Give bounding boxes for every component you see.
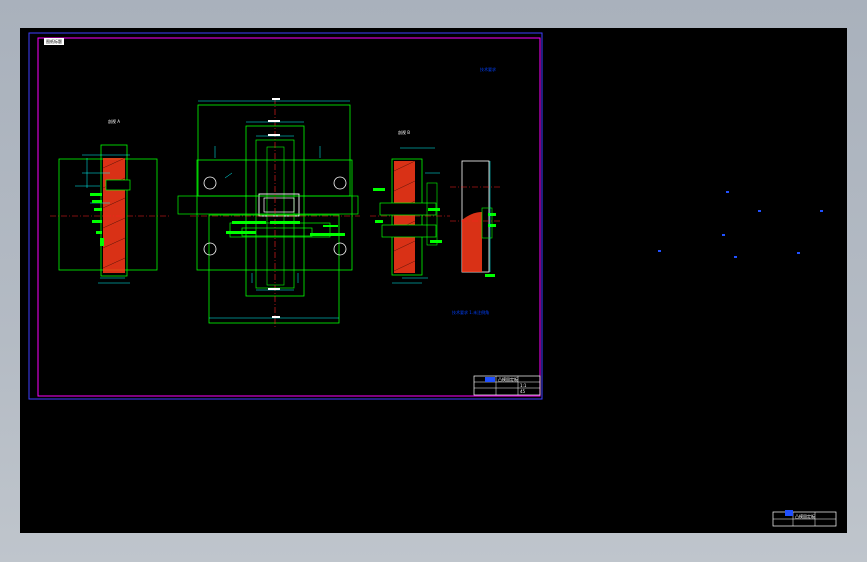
secondary-title-name: 凸模固定板 [795,513,815,519]
sheet-tag: 图纸标题 [44,38,64,45]
title-block-scale: 1:1 [520,383,527,388]
left-section-label: 剖视 A [108,118,120,124]
secondary-title-block: 凸模固定板 [772,510,837,527]
right-section-view: 剖视 B [370,129,450,284]
side-view [450,160,500,277]
title-block-name: 凸模固定板 [498,376,518,382]
stray-entities [658,191,823,258]
title-block-material: 45 [520,389,526,394]
title-block: 凸模固定板 1:1 45 [473,375,541,396]
cad-drawing[interactable]: 剖视 A 剖视 B 技术要求 技术要求 1.未注倒角 凸模固定板 1:1 45 … [20,28,847,533]
technical-note-top: 技术要求 [480,66,496,72]
technical-note-lower: 技术要求 1.未注倒角 [452,309,489,315]
model-space-canvas[interactable]: 剖视 A 剖视 B 技术要求 技术要求 1.未注倒角 凸模固定板 1:1 45 … [20,28,847,533]
plan-view [177,98,360,328]
left-section-view: 剖视 A [50,118,170,284]
right-section-label: 剖视 B [398,129,410,135]
